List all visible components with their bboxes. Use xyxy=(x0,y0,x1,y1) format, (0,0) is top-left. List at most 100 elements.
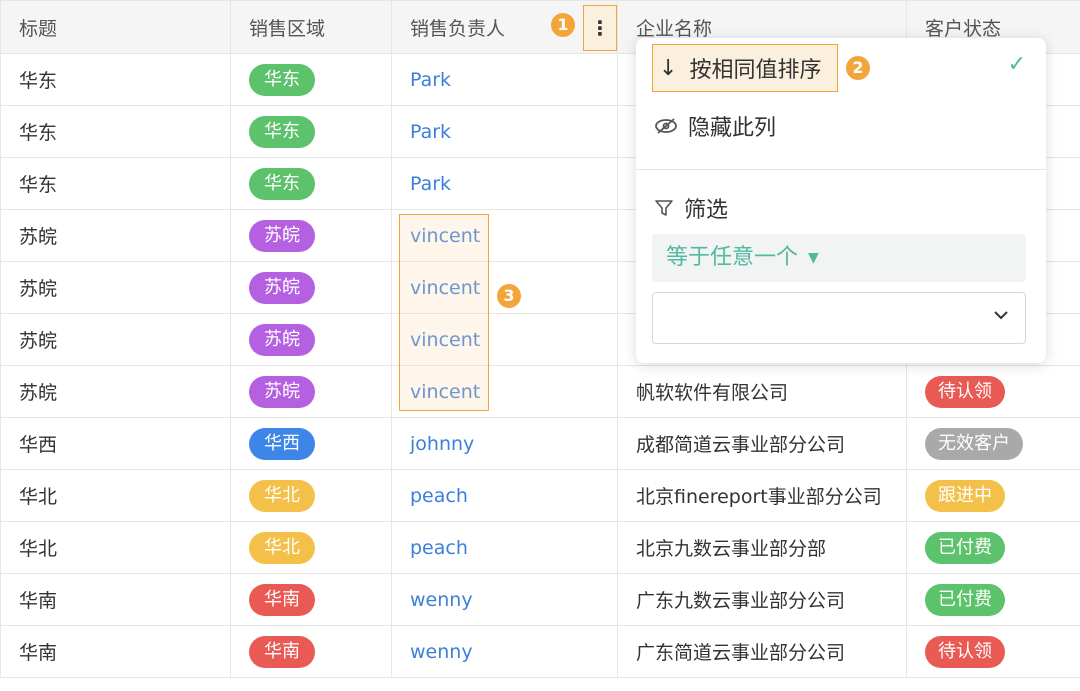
cell-region[interactable]: 华北 xyxy=(230,469,392,522)
cell-region[interactable]: 苏皖 xyxy=(230,313,392,366)
status-badge: 已付费 xyxy=(925,583,1005,616)
owner-link[interactable]: wenny xyxy=(410,589,473,611)
cell-region[interactable]: 华西 xyxy=(230,417,392,470)
cell-owner[interactable]: Park xyxy=(391,53,618,106)
sort-by-same-value-item[interactable]: ↓ 按相同值排序 xyxy=(652,44,838,92)
owner-link[interactable]: peach xyxy=(410,537,468,559)
region-tag: 苏皖 xyxy=(249,219,315,252)
cell-title[interactable]: 苏皖 xyxy=(0,209,231,262)
column-menu-dropdown: ↓ 按相同值排序 2 ✓ 隐藏此列 筛选 等于任意一个 ▼ xyxy=(636,38,1046,363)
hide-label: 隐藏此列 xyxy=(688,116,777,141)
cell-owner[interactable]: peach xyxy=(391,521,618,574)
owner-link[interactable]: Park xyxy=(410,173,451,195)
cell-title[interactable]: 华北 xyxy=(0,521,231,574)
cell-title[interactable]: 华东 xyxy=(0,157,231,210)
cell-title-text: 华东 xyxy=(19,70,58,92)
status-badge: 无效客户 xyxy=(925,427,1023,460)
cell-title[interactable]: 华南 xyxy=(0,573,231,626)
region-tag: 华西 xyxy=(249,427,315,460)
cell-title[interactable]: 华北 xyxy=(0,469,231,522)
company-text: 广东简道云事业部分公司 xyxy=(636,642,846,664)
cell-owner[interactable]: peach xyxy=(391,469,618,522)
cell-title[interactable]: 华东 xyxy=(0,53,231,106)
company-text: 广东九数云事业部分公司 xyxy=(636,590,846,612)
cell-title-text: 华北 xyxy=(19,538,58,560)
column-menu-button[interactable]: ⋮ xyxy=(583,5,617,51)
status-badge: 待认领 xyxy=(925,375,1005,408)
step-marker-3: 3 xyxy=(497,284,521,308)
step-marker-2: 2 xyxy=(846,56,870,80)
cell-company[interactable]: 成都简道云事业部分公司 xyxy=(617,417,907,470)
filter-condition-select[interactable]: 等于任意一个 ▼ xyxy=(652,234,1026,282)
cell-region[interactable]: 华东 xyxy=(230,53,392,106)
status-badge: 跟进中 xyxy=(925,479,1005,512)
cell-company[interactable]: 北京finereport事业部分公司 xyxy=(617,469,907,522)
cell-title[interactable]: 苏皖 xyxy=(0,261,231,314)
cell-company[interactable]: 帆软软件有限公司 xyxy=(617,365,907,418)
cell-status[interactable]: 已付费 xyxy=(906,521,1080,574)
filter-label: 筛选 xyxy=(684,198,729,223)
cell-title-text: 苏皖 xyxy=(19,278,58,300)
caret-down-icon: ▼ xyxy=(808,250,819,266)
cell-region[interactable]: 华北 xyxy=(230,521,392,574)
table-row[interactable]: 华北 华北 peach 北京finereport事业部分公司 跟进中 xyxy=(0,469,1080,522)
table-row[interactable]: 华北 华北 peach 北京九数云事业部分部 已付费 xyxy=(0,521,1080,574)
cell-title-text: 华南 xyxy=(19,642,58,664)
cell-company[interactable]: 广东九数云事业部分公司 xyxy=(617,573,907,626)
cell-status[interactable]: 无效客户 xyxy=(906,417,1080,470)
cell-title[interactable]: 华西 xyxy=(0,417,231,470)
table-row[interactable]: 华西 华西 johnny 成都简道云事业部分公司 无效客户 xyxy=(0,417,1080,470)
region-tag: 华南 xyxy=(249,583,315,616)
cell-region[interactable]: 苏皖 xyxy=(230,261,392,314)
owner-link[interactable]: johnny xyxy=(410,433,474,455)
cell-title-text: 华东 xyxy=(19,174,58,196)
cell-title-text: 华北 xyxy=(19,486,58,508)
region-tag: 华东 xyxy=(249,115,315,148)
cell-region[interactable]: 华东 xyxy=(230,105,392,158)
hide-column-item[interactable]: 隐藏此列 xyxy=(654,110,776,142)
region-tag: 华南 xyxy=(249,635,315,668)
column-header-region[interactable]: 销售区域 xyxy=(230,0,392,54)
region-tag: 华北 xyxy=(249,479,315,512)
cell-region[interactable]: 华东 xyxy=(230,157,392,210)
cell-title[interactable]: 苏皖 xyxy=(0,365,231,418)
cell-title-text: 华东 xyxy=(19,122,58,144)
cell-region[interactable]: 华南 xyxy=(230,573,392,626)
sort-label: 按相同值排序 xyxy=(689,58,822,83)
cell-title-text: 苏皖 xyxy=(19,382,58,404)
check-icon: ✓ xyxy=(1007,52,1026,77)
region-tag: 华东 xyxy=(249,63,315,96)
cell-company[interactable]: 广东简道云事业部分公司 xyxy=(617,625,907,678)
cell-status[interactable]: 待认领 xyxy=(906,625,1080,678)
owner-link[interactable]: Park xyxy=(410,69,451,91)
cell-owner[interactable]: johnny xyxy=(391,417,618,470)
table-row[interactable]: 苏皖 苏皖 vincent 帆软软件有限公司 待认领 xyxy=(0,365,1080,418)
status-badge: 待认领 xyxy=(925,635,1005,668)
cell-status[interactable]: 待认领 xyxy=(906,365,1080,418)
table-row[interactable]: 华南 华南 wenny 广东九数云事业部分公司 已付费 xyxy=(0,573,1080,626)
filter-value-select[interactable] xyxy=(652,292,1026,344)
cell-region[interactable]: 苏皖 xyxy=(230,365,392,418)
region-tag: 苏皖 xyxy=(249,375,315,408)
cell-status[interactable]: 已付费 xyxy=(906,573,1080,626)
region-tag: 华东 xyxy=(249,167,315,200)
cell-title[interactable]: 华南 xyxy=(0,625,231,678)
cell-owner[interactable]: Park xyxy=(391,105,618,158)
cell-status[interactable]: 跟进中 xyxy=(906,469,1080,522)
cell-owner[interactable]: wenny xyxy=(391,573,618,626)
cell-region[interactable]: 苏皖 xyxy=(230,209,392,262)
cell-region[interactable]: 华南 xyxy=(230,625,392,678)
owner-link[interactable]: peach xyxy=(410,485,468,507)
owner-link[interactable]: wenny xyxy=(410,641,473,663)
cell-owner[interactable]: Park xyxy=(391,157,618,210)
cell-company[interactable]: 北京九数云事业部分部 xyxy=(617,521,907,574)
cell-title-text: 华南 xyxy=(19,590,58,612)
eye-off-icon xyxy=(655,118,677,134)
cell-title[interactable]: 苏皖 xyxy=(0,313,231,366)
cell-title[interactable]: 华东 xyxy=(0,105,231,158)
cell-owner[interactable]: wenny xyxy=(391,625,618,678)
table-row[interactable]: 华南 华南 wenny 广东简道云事业部分公司 待认领 xyxy=(0,625,1080,678)
owner-link[interactable]: Park xyxy=(410,121,451,143)
region-tag: 苏皖 xyxy=(249,271,315,304)
column-header-title[interactable]: 标题 xyxy=(0,0,231,54)
